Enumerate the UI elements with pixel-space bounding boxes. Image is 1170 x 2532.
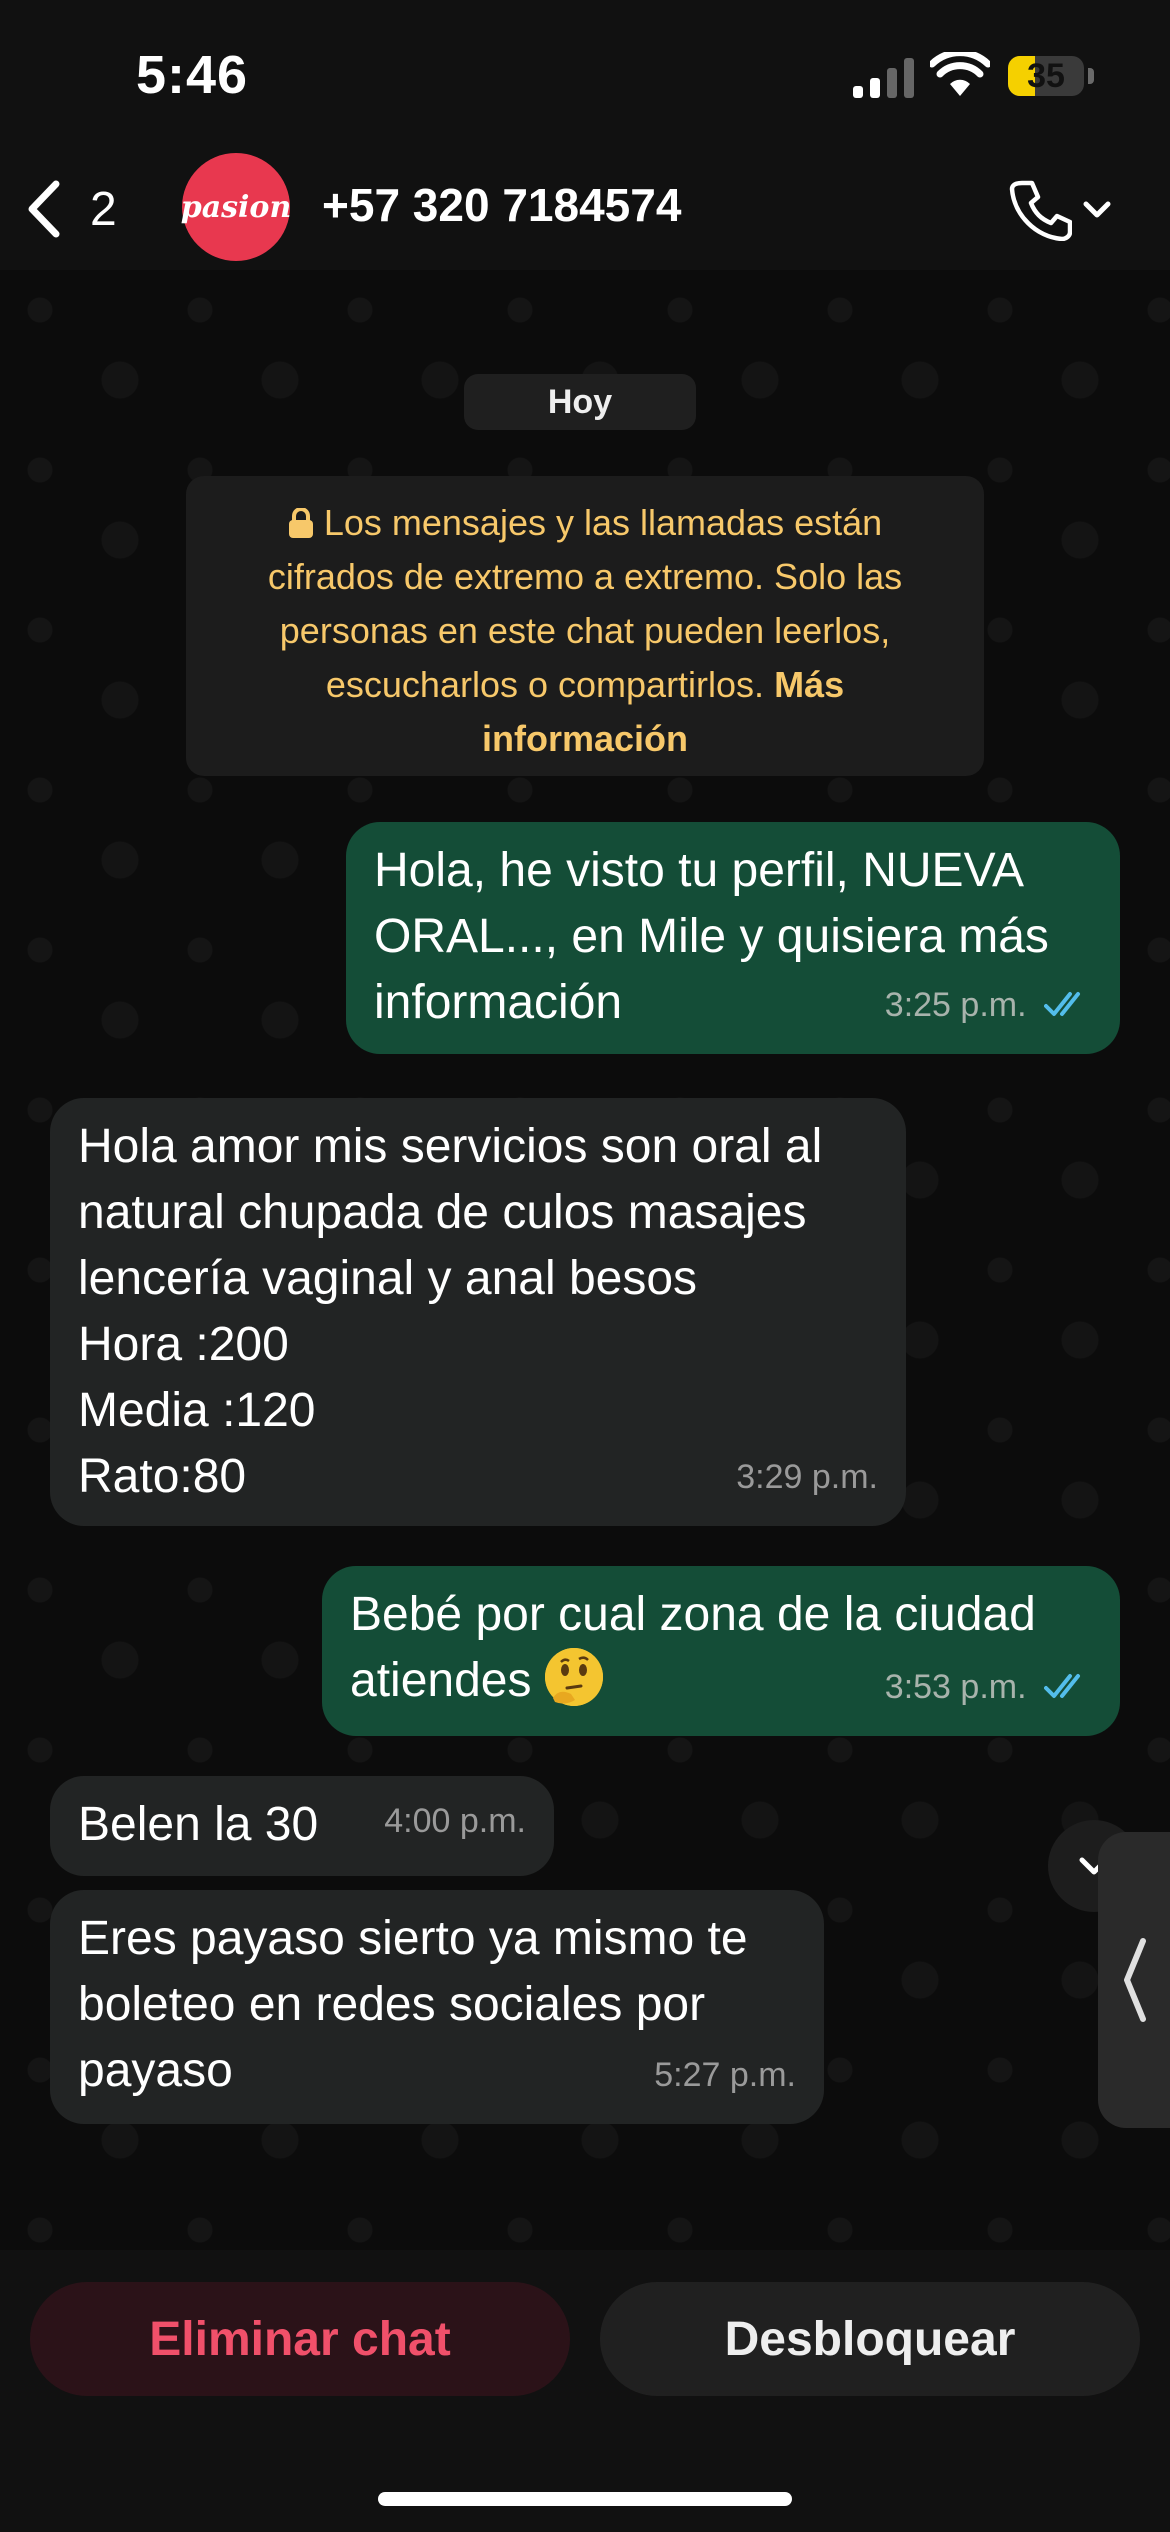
message-line: Hora :200 xyxy=(78,1318,289,1371)
encryption-line-1: Los mensajes y las llamadas están xyxy=(186,496,984,550)
avatar-logo-text: pasion xyxy=(180,189,292,225)
message-line: Hola, he visto tu perfil, NUEVA xyxy=(374,844,1025,897)
chevron-left-icon xyxy=(1124,1938,1146,2022)
message-time: 5:27 p.m. xyxy=(654,2056,796,2094)
phone-icon xyxy=(1009,180,1072,241)
bottom-action-bar: Eliminar chat Desbloquear xyxy=(0,2250,1170,2532)
message-line: natural chupada de culos masajes xyxy=(78,1186,807,1239)
message-bubble-outgoing[interactable]: Bebé por cual zona de la ciudad atiendes… xyxy=(322,1566,1120,1736)
encryption-text-1: Los mensajes y las llamadas están xyxy=(323,502,883,543)
message-time: 3:25 p.m. xyxy=(884,986,1027,1024)
encryption-notice[interactable]: Los mensajes y las llamadas están cifrad… xyxy=(186,476,984,776)
more-info-link-2[interactable]: información xyxy=(186,712,984,766)
battery-icon: 35 xyxy=(1008,56,1084,96)
unblock-button[interactable]: Desbloquear xyxy=(600,2282,1140,2396)
message-meta: 3:53 p.m. xyxy=(885,1654,1092,1720)
wifi-icon xyxy=(930,52,990,96)
double-check-icon xyxy=(1044,1674,1080,1698)
message-bubble-incoming[interactable]: Eres payaso sierto ya mismo te boleteo e… xyxy=(50,1890,824,2124)
call-button[interactable] xyxy=(1008,174,1118,244)
message-line: Hola amor mis servicios son oral al xyxy=(78,1120,823,1173)
date-chip: Hoy xyxy=(464,374,696,430)
message-line: Eres payaso sierto ya mismo te xyxy=(78,1912,748,1965)
double-check-icon xyxy=(1044,992,1080,1016)
thinking-face-emoji xyxy=(544,1648,603,1706)
message-time: 3:29 p.m. xyxy=(736,1458,878,1496)
encryption-line-2: cifrados de extremo a extremo. Solo las xyxy=(267,556,903,597)
signal-icon xyxy=(853,58,914,98)
message-line: Bebé por cual zona de la ciudad xyxy=(350,1588,1036,1641)
message-meta: 4:00 p.m. xyxy=(384,1788,526,1854)
thinking-face-icon xyxy=(544,1648,603,1706)
side-panel-handle[interactable] xyxy=(1098,1832,1170,2128)
message-line: boleteo en redes sociales por xyxy=(78,1978,706,2031)
home-indicator[interactable] xyxy=(378,2492,792,2506)
back-button[interactable]: 2 xyxy=(22,174,117,244)
message-time: 4:00 p.m. xyxy=(384,1802,526,1840)
message-line: lencería vaginal y anal besos xyxy=(78,1252,698,1305)
message-bubble-outgoing[interactable]: Hola, he visto tu perfil, NUEVA ORAL...,… xyxy=(346,822,1120,1054)
message-line: Media :120 xyxy=(78,1384,316,1437)
message-meta: 3:29 p.m. xyxy=(736,1444,878,1510)
encryption-line-4: escucharlos o compartirlos. Más xyxy=(186,658,984,712)
message-meta: 5:27 p.m. xyxy=(654,2042,796,2108)
lock-icon xyxy=(288,508,313,538)
encryption-text-4: escucharlos o compartirlos. xyxy=(325,664,765,705)
encryption-line-3: personas en este chat pueden leerlos, xyxy=(279,610,891,651)
message-bubble-incoming[interactable]: Belen la 30 4:00 p.m. xyxy=(50,1776,554,1876)
message-bubble-incoming[interactable]: Hola amor mis servicios son oral al natu… xyxy=(50,1098,906,1526)
chevron-down-icon xyxy=(1083,201,1111,218)
chat-area[interactable]: Hoy Los mensajes y las llamadas están ci… xyxy=(0,270,1170,2250)
contact-name[interactable]: +57 320 7184574 xyxy=(322,178,681,232)
chat-header: 2 pasion +57 320 7184574 xyxy=(0,150,1170,270)
status-bar: 5:46 35 xyxy=(0,0,1170,150)
chevron-left-icon xyxy=(28,180,60,238)
message-time: 3:53 p.m. xyxy=(884,1668,1027,1706)
unread-count: 2 xyxy=(90,182,117,236)
battery-cap xyxy=(1088,68,1094,84)
message-line: ORAL..., en Mile y quisiera más xyxy=(374,910,1049,963)
message-text: atiendes xyxy=(350,1654,532,1707)
avatar[interactable]: pasion xyxy=(180,153,292,261)
message-meta: 3:25 p.m. xyxy=(885,972,1092,1038)
more-info-link[interactable]: Más xyxy=(774,664,844,705)
status-time: 5:46 xyxy=(136,45,249,105)
battery-level: 35 xyxy=(1027,57,1065,95)
delete-chat-button[interactable]: Eliminar chat xyxy=(30,2282,570,2396)
